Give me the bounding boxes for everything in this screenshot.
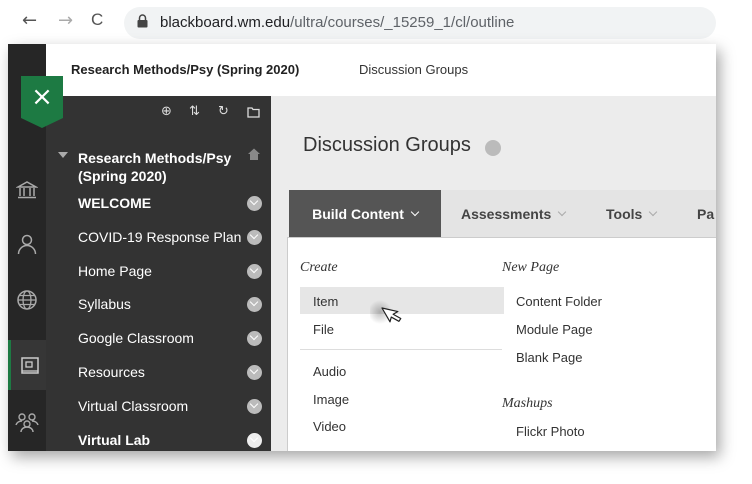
course-menu-item-syllabus[interactable]: Syllabus bbox=[78, 296, 131, 312]
action-bar: Build Content Assessments Tools Pa bbox=[289, 190, 716, 237]
breadcrumb-course[interactable]: Research Methods/Psy (Spring 2020) bbox=[71, 62, 299, 77]
breadcrumb-current: Discussion Groups bbox=[359, 62, 469, 77]
course-menu: ⊕ ⇅ ↻ Research Methods/Psy (Spring 2020)… bbox=[46, 96, 271, 451]
course-menu-item-welcome[interactable]: WELCOME bbox=[78, 195, 151, 211]
add-menu-item-icon[interactable]: ⊕ bbox=[161, 104, 172, 119]
create-item[interactable]: Item bbox=[313, 294, 338, 309]
url-path: /ultra/courses/_15259_1/cl/outline bbox=[290, 14, 515, 31]
chevron-down-icon bbox=[558, 207, 567, 216]
tab-partner-content[interactable]: Pa bbox=[697, 190, 714, 237]
new-page-heading: New Page bbox=[502, 260, 560, 275]
back-arrow-icon[interactable]: ← bbox=[22, 10, 37, 31]
item-options-icon[interactable] bbox=[247, 399, 262, 414]
browser-toolbar: ← → C blackboard.wm.edu/ultra/courses/_1… bbox=[0, 0, 752, 44]
close-button-tail bbox=[21, 118, 63, 128]
create-file[interactable]: File bbox=[313, 322, 334, 337]
build-content-menu: Create Item File Audio Image Video New P… bbox=[287, 237, 716, 451]
url-text: blackboard.wm.edu/ultra/courses/_15259_1… bbox=[160, 14, 514, 31]
forward-arrow-icon[interactable]: → bbox=[58, 10, 73, 31]
new-module-page[interactable]: Module Page bbox=[516, 322, 593, 337]
lock-icon bbox=[137, 14, 148, 28]
refresh-icon[interactable]: ↻ bbox=[218, 104, 229, 119]
reorder-icon[interactable]: ⇅ bbox=[189, 104, 200, 119]
item-options-icon[interactable] bbox=[247, 230, 262, 245]
profile-icon[interactable] bbox=[8, 224, 46, 264]
tab-tools[interactable]: Tools bbox=[606, 190, 658, 237]
course-menu-item-covid[interactable]: COVID-19 Response Plan bbox=[78, 229, 241, 245]
course-menu-item-home-page[interactable]: Home Page bbox=[78, 263, 152, 279]
mouse-pointer-icon bbox=[370, 300, 402, 324]
tab-label: Build Content bbox=[312, 205, 404, 222]
course-menu-item-resources[interactable]: Resources bbox=[78, 364, 145, 380]
divider bbox=[300, 349, 502, 350]
chevron-down-icon bbox=[410, 207, 420, 216]
tab-label: Pa bbox=[697, 205, 715, 222]
course-breadcrumb-bar: Research Methods/Psy (Spring 2020) Discu… bbox=[46, 44, 716, 97]
app-frame: Research Methods/Psy (Spring 2020) Discu… bbox=[8, 44, 716, 451]
mashups-heading: Mashups bbox=[502, 396, 553, 411]
item-options-icon[interactable] bbox=[247, 433, 262, 448]
tab-label: Tools bbox=[606, 205, 643, 222]
course-menu-item-virtual-lab[interactable]: Virtual Lab bbox=[78, 432, 150, 448]
tab-assessments[interactable]: Assessments bbox=[461, 190, 567, 237]
create-video[interactable]: Video bbox=[313, 419, 346, 434]
tab-label: Assessments bbox=[461, 205, 552, 222]
course-menu-item-google-classroom[interactable]: Google Classroom bbox=[78, 330, 194, 346]
reload-icon[interactable]: C bbox=[91, 10, 103, 30]
item-options-icon[interactable] bbox=[247, 196, 262, 211]
item-options-icon[interactable] bbox=[247, 365, 262, 380]
course-menu-item-virtual-classroom[interactable]: Virtual Classroom bbox=[78, 398, 188, 414]
url-host: blackboard.wm.edu bbox=[160, 14, 291, 31]
page-options-icon[interactable] bbox=[485, 140, 501, 156]
new-content-folder[interactable]: Content Folder bbox=[516, 294, 602, 309]
folder-view-icon[interactable] bbox=[247, 106, 260, 118]
item-options-icon[interactable] bbox=[247, 264, 262, 279]
mashup-flickr-photo[interactable]: Flickr Photo bbox=[516, 424, 585, 439]
item-options-icon[interactable] bbox=[247, 331, 262, 346]
create-audio[interactable]: Audio bbox=[313, 364, 346, 379]
create-image[interactable]: Image bbox=[313, 392, 349, 407]
content-area: Discussion Groups Build Content Assessme… bbox=[271, 96, 716, 451]
organizations-icon[interactable] bbox=[8, 402, 46, 442]
courses-icon[interactable] bbox=[8, 340, 49, 390]
new-blank-page[interactable]: Blank Page bbox=[516, 350, 583, 365]
item-options-icon[interactable] bbox=[247, 297, 262, 312]
institution-icon[interactable] bbox=[8, 170, 46, 210]
collapse-caret-icon[interactable] bbox=[58, 152, 68, 158]
chevron-down-icon bbox=[649, 207, 658, 216]
home-icon[interactable] bbox=[247, 147, 261, 161]
close-course-button[interactable]: × bbox=[21, 76, 63, 118]
course-menu-title[interactable]: Research Methods/Psy (Spring 2020) bbox=[78, 149, 248, 185]
tab-build-content[interactable]: Build Content bbox=[289, 190, 441, 237]
create-heading: Create bbox=[300, 260, 338, 275]
page-title: Discussion Groups bbox=[303, 134, 471, 156]
globe-icon[interactable] bbox=[8, 280, 46, 320]
